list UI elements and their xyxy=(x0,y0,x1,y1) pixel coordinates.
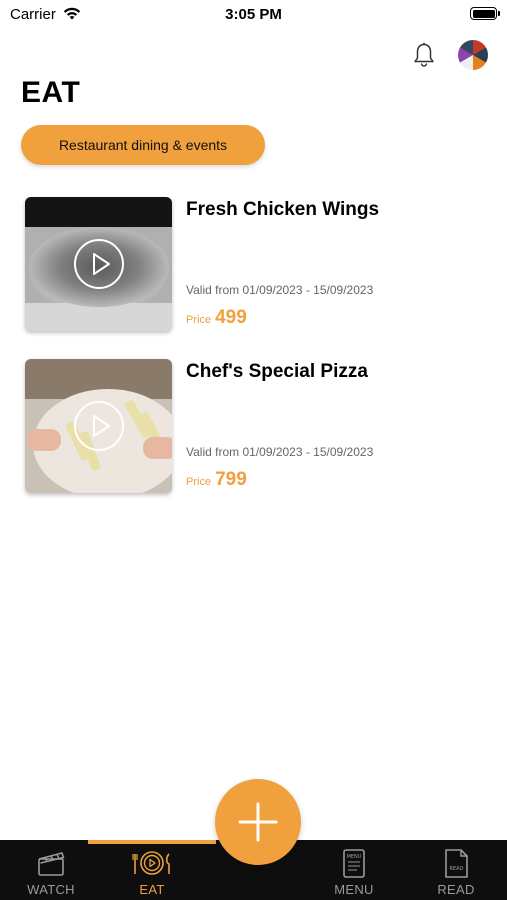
add-button[interactable] xyxy=(215,779,301,865)
play-icon[interactable] xyxy=(74,239,124,289)
list-item[interactable]: Chef's Special Pizza Valid from 01/09/20… xyxy=(25,359,485,495)
price-label: Price xyxy=(186,476,212,488)
item-validity: Valid from 01/09/2023 - 15/09/2023 xyxy=(186,445,374,459)
bell-icon[interactable] xyxy=(412,42,436,68)
avatar[interactable] xyxy=(458,40,488,70)
price-value: 799 xyxy=(215,469,247,490)
nav-item-eat[interactable]: EAT xyxy=(107,848,197,897)
clock: 3:05 PM xyxy=(225,6,282,23)
nav-item-watch[interactable]: WATCH xyxy=(6,848,96,897)
svg-text:READ: READ xyxy=(450,866,464,872)
chip-label: Restaurant dining & events xyxy=(58,137,228,153)
item-price: Price 799 xyxy=(186,469,247,491)
item-title: Chef's Special Pizza xyxy=(186,361,368,382)
item-validity: Valid from 01/09/2023 - 15/09/2023 xyxy=(186,283,374,297)
clapperboard-icon xyxy=(38,852,65,876)
page-title: EAT xyxy=(21,76,81,109)
active-tab-indicator xyxy=(88,840,216,844)
video-thumbnail[interactable] xyxy=(25,197,172,331)
restaurant-dining-chip[interactable]: Restaurant dining & events xyxy=(21,125,265,165)
menu-icon: MENU xyxy=(343,849,365,878)
nav-item-menu[interactable]: MENU MENU xyxy=(309,848,399,897)
nav-label: MENU xyxy=(334,882,374,897)
plate-icon xyxy=(132,851,170,875)
svg-text:MENU: MENU xyxy=(347,854,362,860)
status-bar: Carrier 3:05 PM xyxy=(0,0,507,30)
item-price: Price 499 xyxy=(186,307,247,329)
play-icon[interactable] xyxy=(74,401,124,451)
item-title: Fresh Chicken Wings xyxy=(186,199,380,220)
nav-label: EAT xyxy=(139,882,165,897)
video-thumbnail[interactable] xyxy=(25,359,172,493)
list-item[interactable]: Fresh Chicken Wings Valid from 01/09/202… xyxy=(25,197,485,333)
document-icon: READ xyxy=(445,849,468,878)
price-value: 499 xyxy=(215,307,247,328)
plus-icon xyxy=(238,802,278,842)
price-label: Price xyxy=(186,314,212,326)
battery-icon xyxy=(470,7,500,20)
nav-label: READ xyxy=(437,882,475,897)
nav-item-read[interactable]: READ READ xyxy=(411,848,501,897)
nav-label: WATCH xyxy=(27,882,75,897)
